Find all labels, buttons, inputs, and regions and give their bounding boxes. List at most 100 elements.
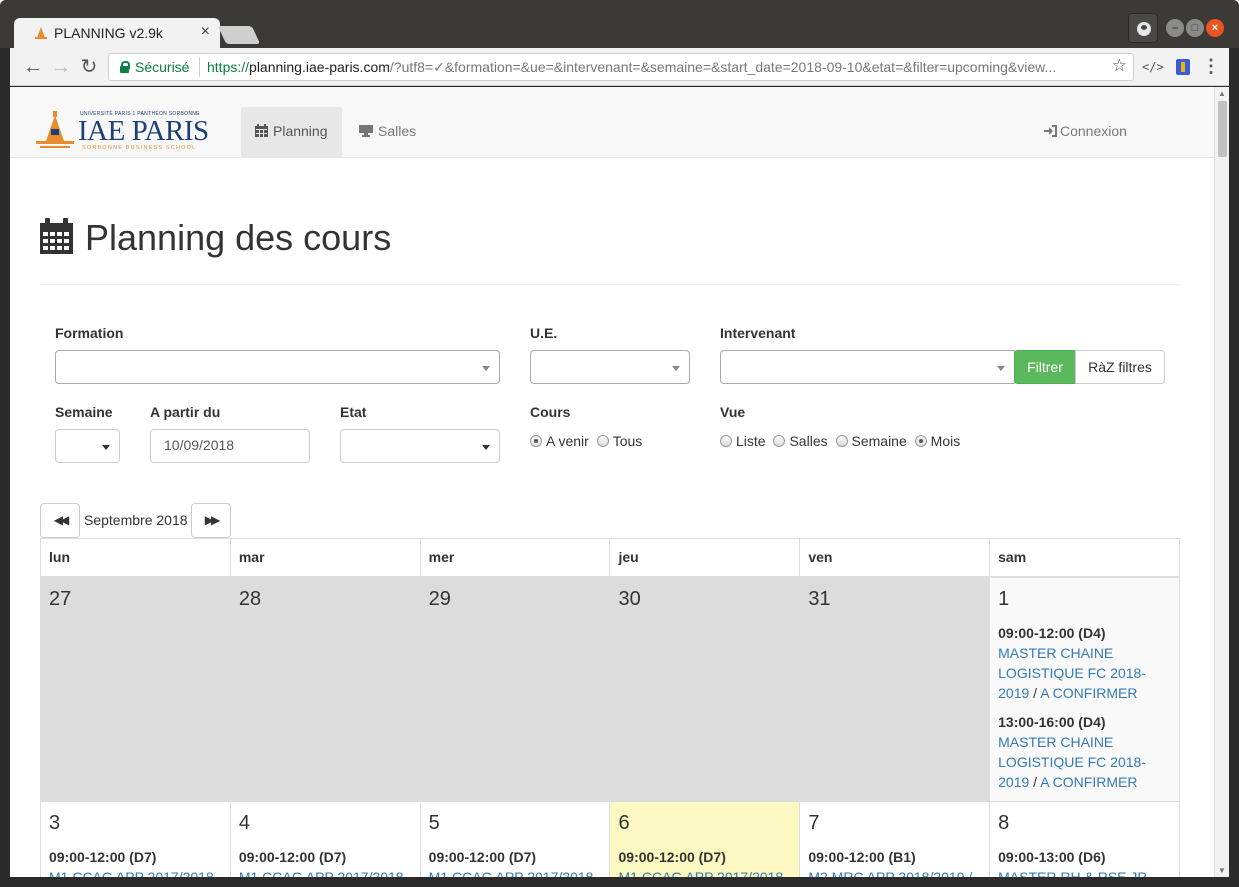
weekday-header: sam (989, 538, 1180, 578)
start-date-label: A partir du (150, 404, 221, 420)
calendar-body: 27 28 29 30 31 1 09:00-12:00 (D4) MASTER CHAINE… (40, 576, 1180, 877)
reset-filters-button[interactable]: RàZ filtres (1075, 350, 1165, 384)
teacher-link[interactable]: A CONFIRMER (1040, 774, 1137, 790)
event-time: 09:00-12:00 (D7) (49, 849, 157, 865)
formation-label: Formation (55, 325, 124, 341)
login-link[interactable]: Connexion (1030, 107, 1141, 158)
logo-brand: IAE PARIS (78, 115, 209, 147)
day-number: 30 (618, 587, 641, 610)
scroll-down-icon[interactable]: ▼ (1218, 866, 1226, 875)
menu-kebab-icon[interactable]: ⋮ (1202, 56, 1220, 77)
event-time: 09:00-13:00 (D6) (998, 849, 1106, 865)
course-event: 09:00-12:00 (D7) M1 CCAG APP 2017/2018 (49, 847, 222, 877)
vue-option-label: Salles (789, 433, 828, 449)
extension-icon[interactable] (1176, 59, 1190, 75)
page-title-text: Planning des cours (85, 217, 392, 258)
course-link[interactable]: MASTER RH & RSE JP (998, 869, 1147, 877)
url-path: /?utf8=✓&formation=&ue=&intervenant=&sem… (389, 59, 1057, 75)
minimize-button[interactable]: – (1166, 19, 1184, 37)
calendar-week-row: 27 28 29 30 31 1 09:00-12:00 (D4) MASTER CHAINE… (40, 576, 1180, 802)
window-close-button[interactable]: × (1206, 19, 1224, 37)
course-event: 09:00-12:00 (D7) M1 CCAG APP 2017/2018 (618, 847, 791, 877)
ue-select[interactable] (530, 350, 690, 384)
bookmark-star-icon[interactable]: ☆ (1112, 56, 1127, 76)
intervenant-select[interactable] (720, 350, 1015, 384)
weekday-header-row: lun mar mer jeu ven sam (40, 538, 1180, 578)
day-number: 28 (238, 587, 262, 610)
course-link[interactable]: M1 CCAG APP 2017/2018 (429, 869, 594, 877)
calendar-day-cell: 6 09:00-12:00 (D7) M1 CCAG APP 2017/2018 (609, 801, 801, 877)
vue-option-label: Liste (736, 433, 766, 449)
vue-option-label: Semaine (851, 433, 907, 449)
calendar-day-cell: 7 09:00-12:00 (B1) M2 MRC APP 2018/2019 / (799, 801, 991, 877)
cours-radio-tous[interactable] (596, 435, 609, 447)
calendar-day-cell: 30 (609, 576, 801, 802)
intervenant-label: Intervenant (720, 325, 796, 341)
page-title: Planning des cours (40, 217, 391, 259)
cours-option-label: A venir (546, 433, 589, 449)
chevron-down-icon (482, 445, 490, 450)
maximize-button[interactable]: □ (1186, 19, 1204, 37)
weekday-header: ven (799, 538, 991, 578)
teacher-link[interactable]: A CONFIRMER (1040, 685, 1137, 701)
previous-month-button[interactable]: ◀◀ (40, 503, 80, 538)
url-text[interactable]: https://planning.iae-paris.com/?utf8=✓&f… (207, 59, 1099, 76)
course-link[interactable]: M2 MRC APP 2018/2019 / (808, 869, 972, 877)
forward-icon[interactable]: → (48, 54, 74, 80)
tab-close-icon[interactable]: × (201, 23, 210, 41)
formation-select[interactable] (55, 350, 500, 384)
calendar-day-cell: 1 09:00-12:00 (D4) MASTER CHAINE LOGISTIQU… (989, 576, 1180, 802)
logo-tagline: SORBONNE BUSINESS SCHOOL (82, 145, 197, 151)
course-link[interactable]: M1 CCAG APP 2017/2018 (618, 869, 783, 877)
favicon-icon (35, 27, 47, 39)
course-link[interactable]: M1 CCAG APP 2017/2018 (239, 869, 404, 877)
day-number: 29 (428, 587, 451, 610)
url-divider (199, 57, 200, 77)
page-scrollbar[interactable]: ▲ ▼ (1214, 87, 1229, 877)
title-divider (40, 284, 1180, 285)
tab-title: PLANNING v2.9k (54, 25, 163, 41)
iae-logo[interactable]: UNIVERSITÉ PARIS 1 PANTHÉON SORBONNE IAE… (34, 109, 214, 153)
vue-radio-semaine[interactable] (835, 435, 848, 447)
vue-radio-mois[interactable] (914, 435, 927, 447)
user-icon (1137, 22, 1151, 36)
new-tab-button[interactable] (217, 26, 261, 44)
filter-button[interactable]: Filtrer (1014, 350, 1076, 384)
next-month-button[interactable]: ▶▶ (191, 503, 231, 538)
day-number: 6 (618, 812, 630, 834)
day-number: 27 (49, 587, 72, 610)
weekday-header: mar (229, 538, 421, 578)
site-navbar: UNIVERSITÉ PARIS 1 PANTHÉON SORBONNE IAE… (10, 87, 1214, 158)
course-event: 09:00-12:00 (D4) MASTER CHAINE LOGISTIQUE… (998, 623, 1171, 703)
profile-button[interactable] (1128, 13, 1158, 43)
code-extension-icon[interactable]: </> (1142, 60, 1164, 74)
start-date-input[interactable]: 10/09/2018 (150, 429, 310, 463)
course-event: 09:00-13:00 (D6) MASTER RH & RSE JP (998, 847, 1171, 877)
nav-salles[interactable]: Salles (345, 107, 430, 158)
calendar-day-cell: 27 (40, 576, 231, 802)
chevron-down-icon (102, 445, 110, 450)
scroll-up-icon[interactable]: ▲ (1218, 89, 1226, 98)
back-icon[interactable]: ← (20, 54, 46, 80)
vue-option-label: Mois (930, 433, 961, 449)
vue-radio-salles[interactable] (773, 435, 786, 447)
scrollbar-thumb[interactable] (1218, 101, 1227, 157)
page-viewport: UNIVERSITÉ PARIS 1 PANTHÉON SORBONNE IAE… (10, 87, 1229, 877)
cours-radio-avenir[interactable] (530, 435, 542, 447)
browser-tab[interactable]: PLANNING v2.9k × (14, 18, 220, 48)
chevron-down-icon (482, 366, 490, 371)
reload-icon[interactable]: ↻ (76, 54, 102, 80)
calendar-icon (255, 124, 268, 137)
calendar-day-cell: 5 09:00-12:00 (D7) M1 CCAG APP 2017/2018 (419, 801, 611, 877)
tab-strip: PLANNING v2.9k × – □ × (0, 0, 1239, 48)
nav-planning[interactable]: Planning (241, 107, 342, 158)
backward-icon: ◀◀ (53, 513, 70, 527)
semaine-select[interactable] (55, 429, 120, 463)
forward-icon: ▶▶ (204, 513, 221, 527)
course-link[interactable]: M1 CCAG APP 2017/2018 (49, 869, 214, 877)
address-bar[interactable]: Sécurisé https://planning.iae-paris.com/… (108, 53, 1134, 81)
event-time: 09:00-12:00 (D7) (238, 849, 347, 865)
vue-radio-liste[interactable] (720, 435, 732, 447)
etat-select[interactable] (340, 429, 500, 463)
login-label: Connexion (1060, 123, 1127, 139)
